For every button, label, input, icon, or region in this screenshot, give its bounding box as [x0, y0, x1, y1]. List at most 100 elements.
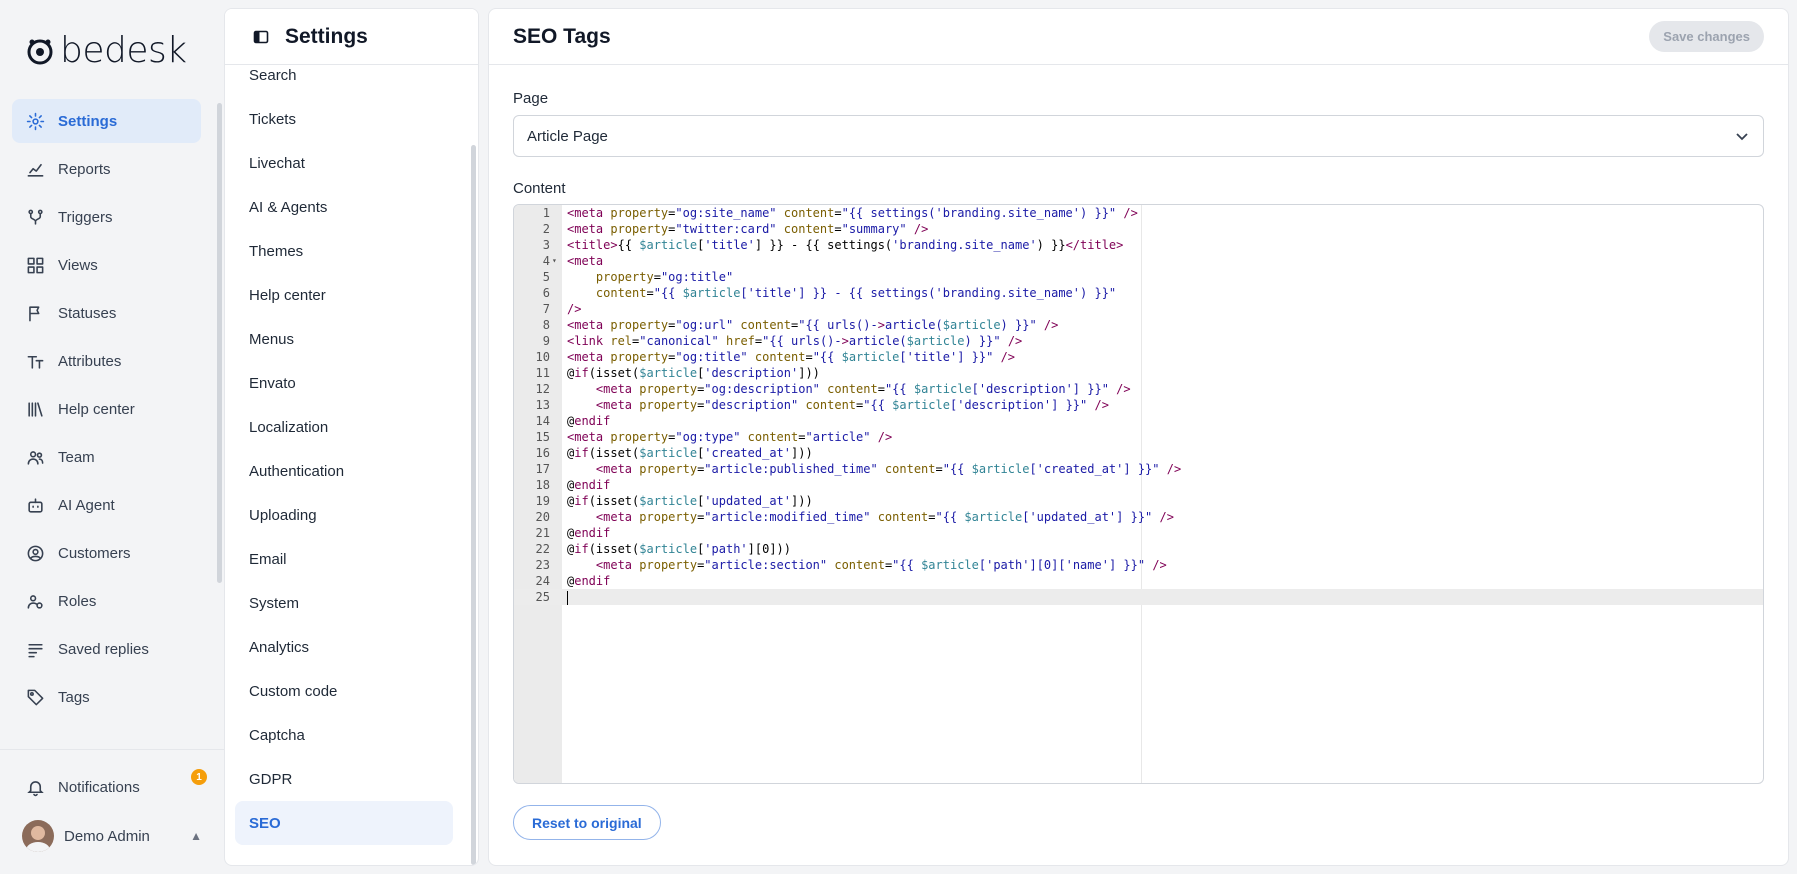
code-text: <meta property="article:section" content… — [595, 558, 1167, 572]
nav-item-help-center[interactable]: Help center — [12, 387, 201, 431]
code-line[interactable]: 20 <meta property="article:modified_time… — [514, 509, 1763, 525]
save-button[interactable]: Save changes — [1649, 21, 1764, 52]
code-line[interactable]: 24 @endif — [514, 573, 1763, 589]
code-line[interactable]: 6 content="{{ $article['title'] }} - {{ … — [514, 285, 1763, 301]
grid-icon — [27, 257, 44, 273]
reset-button[interactable]: Reset to original — [513, 805, 661, 840]
settings-item-livechat[interactable]: Livechat — [235, 141, 453, 185]
code-text: /> — [567, 302, 582, 316]
nav-item-attributes[interactable]: Attributes — [12, 339, 201, 383]
code-text: @endif — [567, 526, 611, 540]
line-number: 1 — [542, 206, 550, 220]
code-line[interactable]: 10 <meta property="og:title" content="{{ … — [514, 349, 1763, 365]
settings-item-captcha[interactable]: Captcha — [235, 713, 453, 757]
user-circle-icon — [27, 545, 44, 561]
code-text: property="og:title" — [595, 270, 734, 284]
line-number: 19 — [535, 494, 550, 508]
nav-item-ai-agent[interactable]: AI Agent — [12, 483, 201, 527]
settings-item-tickets[interactable]: Tickets — [235, 97, 453, 141]
logo[interactable]: bedesk — [26, 30, 187, 71]
settings-item-authentication[interactable]: Authentication — [235, 449, 453, 493]
settings-item-email[interactable]: Email — [235, 537, 453, 581]
main-header: SEO Tags Save changes — [489, 9, 1788, 65]
settings-item-uploading[interactable]: Uploading — [235, 493, 453, 537]
nav-item-views[interactable]: Views — [12, 243, 201, 287]
code-line[interactable]: 8 <meta property="og:url" content="{{ url… — [514, 317, 1763, 333]
code-line[interactable]: 22 @if(isset($article['path'][0])) — [514, 541, 1763, 557]
settings-item-seo[interactable]: SEO — [235, 801, 453, 845]
code-line[interactable]: 2 <meta property="twitter:card" content="… — [514, 221, 1763, 237]
code-line[interactable]: 18 @endif — [514, 477, 1763, 493]
code-text: <meta property="og:site_name" content="{… — [567, 206, 1138, 220]
code-line[interactable]: 14 @endif — [514, 413, 1763, 429]
chevron-down-icon — [1736, 133, 1748, 141]
settings-item-help-center[interactable]: Help center — [235, 273, 453, 317]
nav-item-tags[interactable]: Tags — [12, 675, 201, 719]
code-line[interactable]: 25 — [514, 589, 1763, 605]
nav-item-reports[interactable]: Reports — [12, 147, 201, 191]
nav-item-triggers[interactable]: Triggers — [12, 195, 201, 239]
settings-item-custom-code[interactable]: Custom code — [235, 669, 453, 713]
code-text: @endif — [567, 574, 611, 588]
line-number: 15 — [535, 430, 550, 444]
text-caret — [567, 590, 568, 605]
code-line[interactable]: 7 /> — [514, 301, 1763, 317]
code-line[interactable]: 5 property="og:title" — [514, 269, 1763, 285]
nav-item-settings[interactable]: Settings — [12, 99, 201, 143]
fold-toggle-icon[interactable]: ▾ — [552, 253, 557, 269]
code-line[interactable]: 4 ▾ <meta — [514, 253, 1763, 269]
code-text: <meta property="og:description" content=… — [595, 382, 1131, 396]
settings-item-system[interactable]: System — [235, 581, 453, 625]
settings-item-themes[interactable]: Themes — [235, 229, 453, 273]
nav-item-label: Views — [58, 256, 98, 274]
settings-item-localization[interactable]: Localization — [235, 405, 453, 449]
code-line[interactable]: 17 <meta property="article:published_tim… — [514, 461, 1763, 477]
settings-item-menus[interactable]: Menus — [235, 317, 453, 361]
code-line[interactable]: 21 @endif — [514, 525, 1763, 541]
settings-scrollbar[interactable] — [471, 145, 476, 865]
code-line[interactable]: 15 <meta property="og:type" content="arti… — [514, 429, 1763, 445]
library-icon — [28, 401, 43, 417]
nav-item-roles[interactable]: Roles — [12, 579, 201, 623]
nav-item-statuses[interactable]: Statuses — [12, 291, 201, 335]
page-field-label: Page — [513, 90, 549, 107]
code-text: <meta property="og:type" content="articl… — [567, 430, 893, 444]
nav-item-label: Help center — [58, 400, 135, 418]
sidebar-toggle-icon[interactable] — [253, 29, 269, 45]
line-number: 14 — [535, 414, 550, 428]
nav-item-customers[interactable]: Customers — [12, 531, 201, 575]
code-line[interactable]: 19 @if(isset($article['updated_at'])) — [514, 493, 1763, 509]
notifications-button[interactable]: Notifications — [26, 778, 140, 797]
user-menu[interactable]: Demo Admin ▲ — [22, 820, 202, 852]
sidebar-scrollbar[interactable] — [217, 103, 222, 583]
content-field-label: Content — [513, 180, 566, 197]
line-number: 13 — [535, 398, 550, 412]
line-number: 24 — [535, 574, 550, 588]
nav-item-saved-replies[interactable]: Saved replies — [12, 627, 201, 671]
code-line[interactable]: 1 <meta property="og:site_name" content="… — [514, 205, 1763, 221]
code-line[interactable]: 16 @if(isset($article['created_at'])) — [514, 445, 1763, 461]
code-line[interactable]: 3 <title>{{ $article['title'] }} - {{ set… — [514, 237, 1763, 253]
code-editor[interactable]: 1 <meta property="og:site_name" content="… — [513, 204, 1764, 784]
code-lines: 1 <meta property="og:site_name" content="… — [514, 205, 1763, 605]
settings-item-analytics[interactable]: Analytics — [235, 625, 453, 669]
nav-item-label: Roles — [58, 592, 97, 610]
logo-icon — [27, 39, 53, 64]
code-line[interactable]: 23 <meta property="article:section" cont… — [514, 557, 1763, 573]
avatar — [22, 820, 54, 852]
settings-item-envato[interactable]: Envato — [235, 361, 453, 405]
code-line[interactable]: 13 <meta property="description" content=… — [514, 397, 1763, 413]
code-text: <meta property="twitter:card" content="s… — [567, 222, 929, 236]
nav-item-team[interactable]: Team — [12, 435, 201, 479]
line-number: 22 — [535, 542, 550, 556]
line-number: 7 — [542, 302, 550, 316]
code-line[interactable]: 12 <meta property="og:description" conte… — [514, 381, 1763, 397]
page-select[interactable]: Article Page — [513, 115, 1764, 157]
line-number: 12 — [535, 382, 550, 396]
settings-item-ai-agents[interactable]: AI & Agents — [235, 185, 453, 229]
code-text: <title>{{ $article['title'] }} - {{ sett… — [567, 238, 1124, 252]
code-line[interactable]: 9 <link rel="canonical" href="{{ urls()->… — [514, 333, 1763, 349]
settings-item-gdpr[interactable]: GDPR — [235, 757, 453, 801]
code-text — [567, 589, 568, 605]
code-line[interactable]: 11 @if(isset($article['description'])) — [514, 365, 1763, 381]
